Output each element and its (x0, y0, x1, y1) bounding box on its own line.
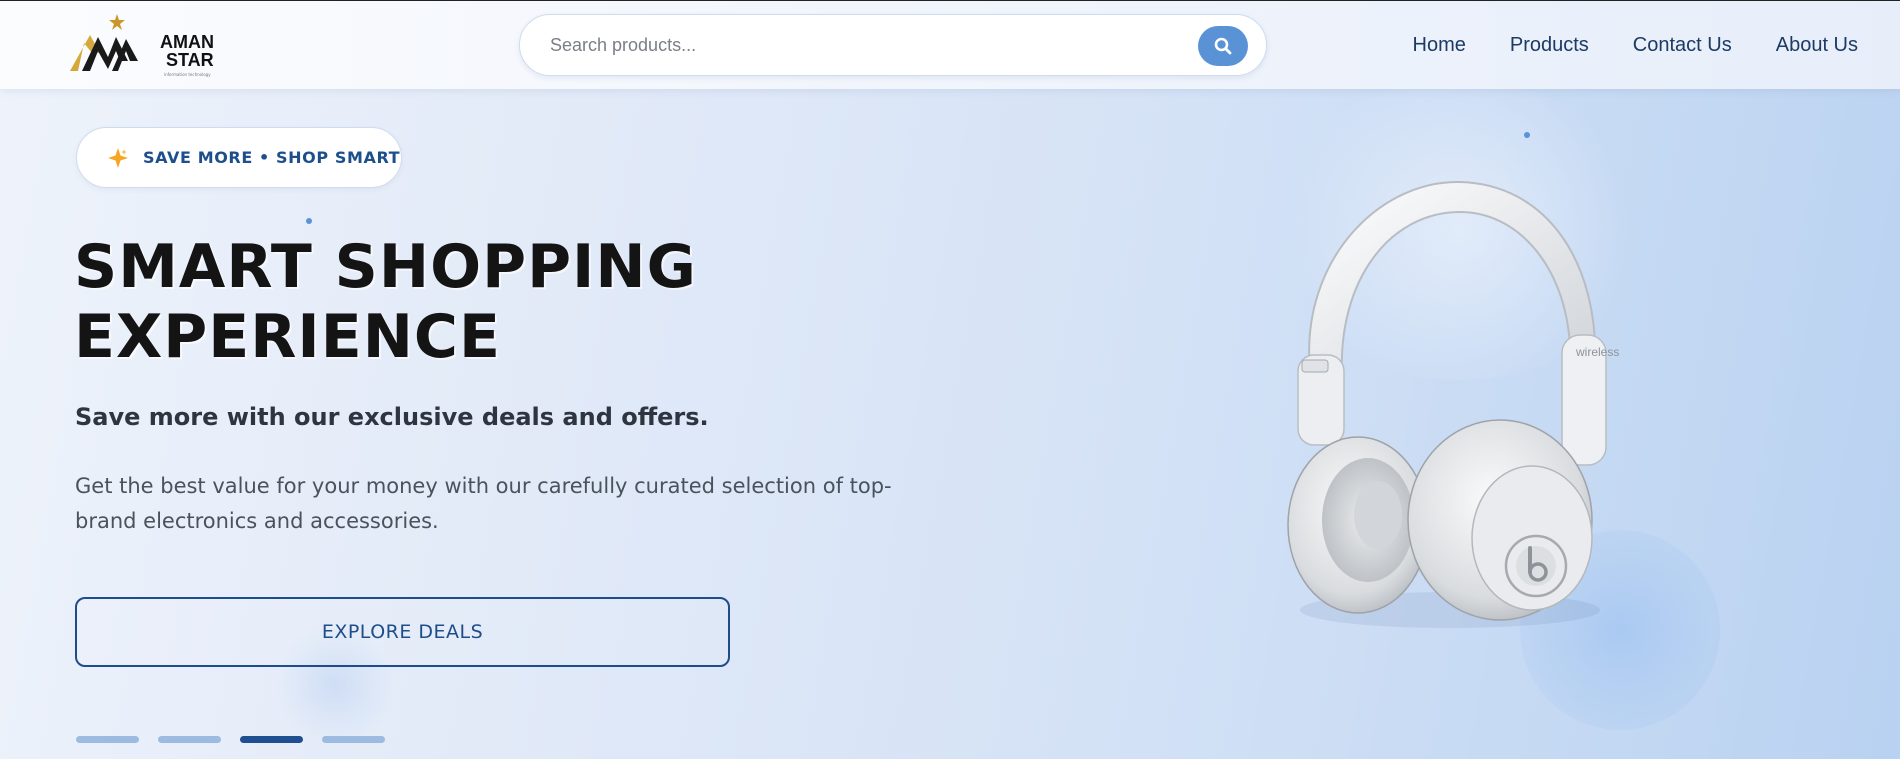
hero-title: SMART SHOPPING EXPERIENCE (74, 232, 834, 372)
nav-contact-us[interactable]: Contact Us (1633, 34, 1732, 57)
logo-mark-icon (70, 14, 138, 71)
hero-subtitle: Save more with our exclusive deals and o… (75, 403, 709, 431)
slide-indicators (76, 736, 385, 743)
slide-dot[interactable] (76, 736, 139, 743)
explore-deals-button[interactable]: EXPLORE DEALS (75, 597, 730, 667)
promo-badge-label: SAVE MORE • SHOP SMART (143, 148, 401, 167)
hero-description: Get the best value for your money with o… (75, 474, 892, 533)
search-icon (1214, 37, 1232, 55)
brand-logo[interactable]: AMAN STAR information technology (68, 13, 228, 77)
brand-name: AMAN STAR (160, 33, 214, 69)
search-button[interactable] (1198, 26, 1248, 66)
main-nav: Home Products Contact Us About Us (1413, 34, 1859, 57)
nav-products[interactable]: Products (1510, 34, 1589, 57)
decorative-dot (306, 218, 312, 224)
headphones-imprint: wireless (1575, 345, 1619, 359)
brand-name-line1: AMAN (160, 32, 214, 52)
brand-name-line2: STAR (166, 50, 214, 70)
sparkle-icon (108, 147, 128, 168)
search-input[interactable] (550, 29, 1170, 61)
slide-dot[interactable] (322, 736, 385, 743)
nav-home[interactable]: Home (1413, 34, 1466, 57)
hero-title-line1: SMART SHOPPING (74, 232, 697, 302)
search-bar (519, 14, 1267, 76)
hero-title-line2: EXPERIENCE (74, 302, 501, 372)
nav-about-us[interactable]: About Us (1776, 34, 1858, 57)
slide-dot[interactable] (158, 736, 221, 743)
decorative-dot (1524, 132, 1530, 138)
brand-tagline: information technology (164, 72, 211, 77)
headphones-product-image: wireless (1287, 180, 1619, 628)
promo-badge: SAVE MORE • SHOP SMART (76, 127, 402, 188)
site-header: AMAN STAR information technology Home Pr… (0, 0, 1900, 89)
slide-dot-active[interactable] (240, 736, 303, 743)
